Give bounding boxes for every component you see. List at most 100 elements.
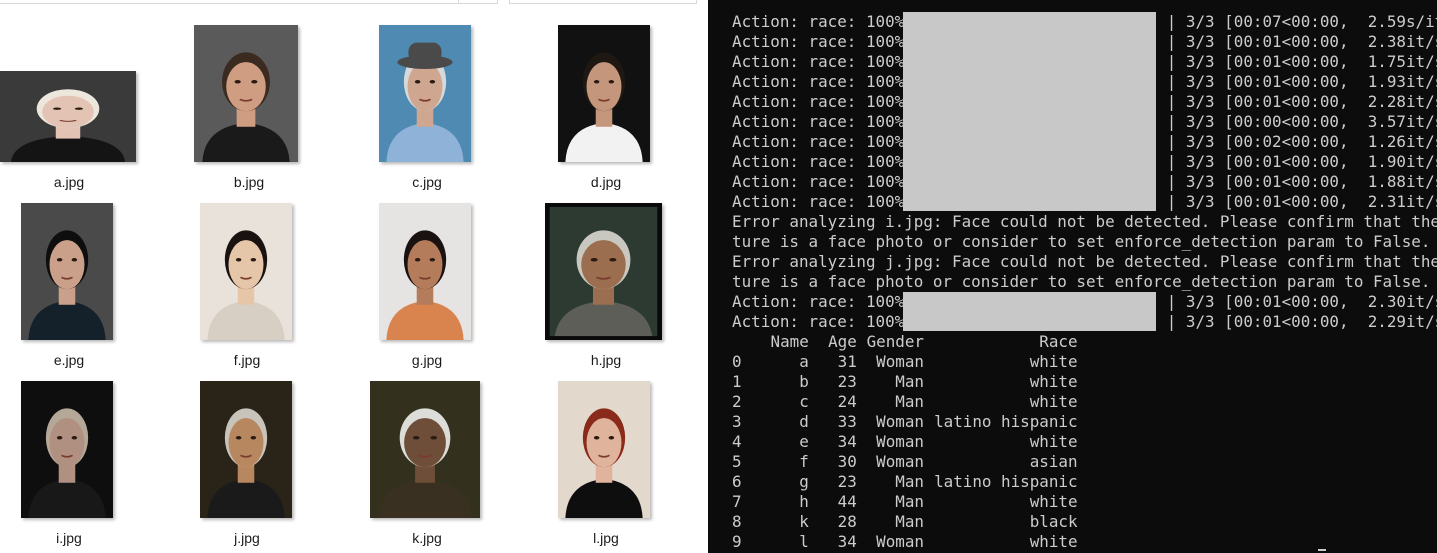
table-cell-idx: 5 <box>732 452 742 471</box>
table-cell-gender: Man <box>895 512 924 531</box>
portrait-photo <box>379 25 471 162</box>
progress-bar-fill-block <box>903 292 1156 331</box>
table-cell-race: white <box>1029 372 1078 391</box>
thumbnail-filename[interactable]: d.jpg <box>546 174 666 190</box>
table-cell-race: asian <box>1029 452 1078 471</box>
table-cell-age: 28 <box>837 512 857 531</box>
terminal-line: Error analyzing i.jpg: Face could not be… <box>732 212 1437 232</box>
thumbnail-filename[interactable]: i.jpg <box>9 530 129 546</box>
portrait-photo <box>21 381 113 518</box>
table-cell-age: 23 <box>837 472 857 491</box>
progress-prefix: Action: race: 100%| <box>732 112 914 131</box>
image-thumbnail[interactable] <box>194 25 298 162</box>
table-cell-gender: Woman <box>876 532 924 551</box>
thumbnail-filename[interactable]: h.jpg <box>546 352 666 368</box>
progress-prefix: Action: race: 100%| <box>732 172 914 191</box>
address-bar-edge[interactable] <box>0 0 498 4</box>
table-cell-race: latino hispanic <box>934 472 1078 491</box>
thumbnail-filename[interactable]: a.jpg <box>9 174 129 190</box>
image-thumbnail[interactable] <box>379 203 471 340</box>
thumbnail-filename[interactable]: e.jpg <box>9 352 129 368</box>
image-thumbnail[interactable] <box>0 71 136 162</box>
table-cell-gender: Woman <box>876 412 924 431</box>
table-cell-race: white <box>1029 392 1078 411</box>
table-cell-gender: Man <box>895 472 924 491</box>
progress-prefix: Action: race: 100%| <box>732 132 914 151</box>
table-cell-gender: Woman <box>876 432 924 451</box>
image-thumbnail[interactable] <box>558 381 650 518</box>
portrait-photo <box>200 203 292 340</box>
table-cell-idx: 4 <box>732 432 742 451</box>
error-message: Error analyzing i.jpg: Face could not be… <box>732 212 1437 231</box>
progress-prefix: Action: race: 100%| <box>732 312 914 331</box>
table-cell-name: a <box>799 352 809 371</box>
table-header-age: Age <box>828 332 857 351</box>
progress-stats: | 3/3 [00:01<00:00, 2.28it/s] <box>1166 92 1437 111</box>
image-thumbnail[interactable] <box>21 381 113 518</box>
terminal-line: 7 h 44 Man white <box>732 492 1078 512</box>
progress-stats: | 3/3 [00:01<00:00, 2.29it/s] <box>1166 312 1437 331</box>
table-cell-name: h <box>799 492 809 511</box>
address-bar-divider <box>458 0 459 4</box>
terminal-line: ture is a face photo or consider to set … <box>732 232 1430 252</box>
table-cell-idx: 1 <box>732 372 742 391</box>
progress-stats: | 3/3 [00:01<00:00, 1.90it/s] <box>1166 152 1437 171</box>
progress-stats: | 3/3 [00:01<00:00, 1.88it/s] <box>1166 172 1437 191</box>
thumbnail-filename[interactable]: k.jpg <box>367 530 487 546</box>
portrait-photo <box>558 25 650 162</box>
search-box-edge[interactable] <box>509 0 697 4</box>
table-cell-name: e <box>799 432 809 451</box>
image-thumbnail[interactable] <box>545 203 662 340</box>
image-thumbnail[interactable] <box>21 203 113 340</box>
table-cell-name: c <box>799 392 809 411</box>
image-thumbnail[interactable] <box>200 203 292 340</box>
table-cell-race: latino hispanic <box>934 412 1078 431</box>
terminal-line: 0 a 31 Woman white <box>732 352 1078 372</box>
portrait-photo <box>21 203 113 340</box>
progress-bar-fill-block <box>903 12 1156 211</box>
table-cell-idx: 7 <box>732 492 742 511</box>
thumbnail-filename[interactable]: g.jpg <box>367 352 487 368</box>
table-cell-gender: Woman <box>876 452 924 471</box>
file-explorer-pane: a.jpg b.jpg c.jpg d.jpg e.jpg f.jpg g.jp… <box>0 0 708 553</box>
portrait-photo <box>379 203 471 340</box>
thumbnail-filename[interactable]: c.jpg <box>367 174 487 190</box>
terminal-line: 5 f 30 Woman asian <box>732 452 1078 472</box>
terminal-line: 8 k 28 Man black <box>732 512 1078 532</box>
thumbnail-filename[interactable]: l.jpg <box>546 530 666 546</box>
image-thumbnail[interactable] <box>379 25 471 162</box>
table-cell-gender: Man <box>895 492 924 511</box>
terminal-line: 2 c 24 Man white <box>732 392 1078 412</box>
progress-stats: | 3/3 [00:02<00:00, 1.26it/s] <box>1166 132 1437 151</box>
image-thumbnail[interactable] <box>370 381 480 518</box>
table-cell-age: 30 <box>837 452 857 471</box>
error-message: ture is a face photo or consider to set … <box>732 232 1431 251</box>
table-cell-idx: 9 <box>732 532 742 551</box>
table-cell-name: d <box>799 412 809 431</box>
table-cell-gender: Man <box>895 372 924 391</box>
thumbnail-filename[interactable]: f.jpg <box>187 352 307 368</box>
image-thumbnail[interactable] <box>558 25 650 162</box>
progress-stats: | 3/3 [00:01<00:00, 2.31it/s] <box>1166 192 1437 211</box>
portrait-photo <box>0 71 136 162</box>
table-cell-race: white <box>1029 352 1078 371</box>
table-cell-age: 23 <box>837 372 857 391</box>
thumbnail-filename[interactable]: j.jpg <box>187 530 307 546</box>
table-cell-idx: 8 <box>732 512 742 531</box>
terminal-line: ture is a face photo or consider to set … <box>732 272 1430 292</box>
image-thumbnail[interactable] <box>200 381 292 518</box>
table-cell-race: white <box>1029 432 1078 451</box>
progress-prefix: Action: race: 100%| <box>732 92 914 111</box>
progress-stats: | 3/3 [00:07<00:00, 2.59s/it] <box>1166 12 1437 31</box>
portrait-photo <box>558 381 650 518</box>
progress-stats: | 3/3 [00:01<00:00, 2.30it/s] <box>1166 292 1437 311</box>
thumbnail-filename[interactable]: b.jpg <box>189 174 309 190</box>
terminal-window[interactable]: Action: race: 100%| | 3/3 [00:07<00:00, 2… <box>708 0 1437 553</box>
table-cell-name: b <box>799 372 809 391</box>
table-cell-name: l <box>799 532 809 551</box>
progress-stats: | 3/3 [00:01<00:00, 1.93it/s] <box>1166 72 1437 91</box>
table-header-race: Race <box>1039 332 1078 351</box>
table-cell-gender: Woman <box>876 352 924 371</box>
terminal-line: 6 g 23 Man latino hispanic <box>732 472 1078 492</box>
table-cell-race: black <box>1029 512 1078 531</box>
